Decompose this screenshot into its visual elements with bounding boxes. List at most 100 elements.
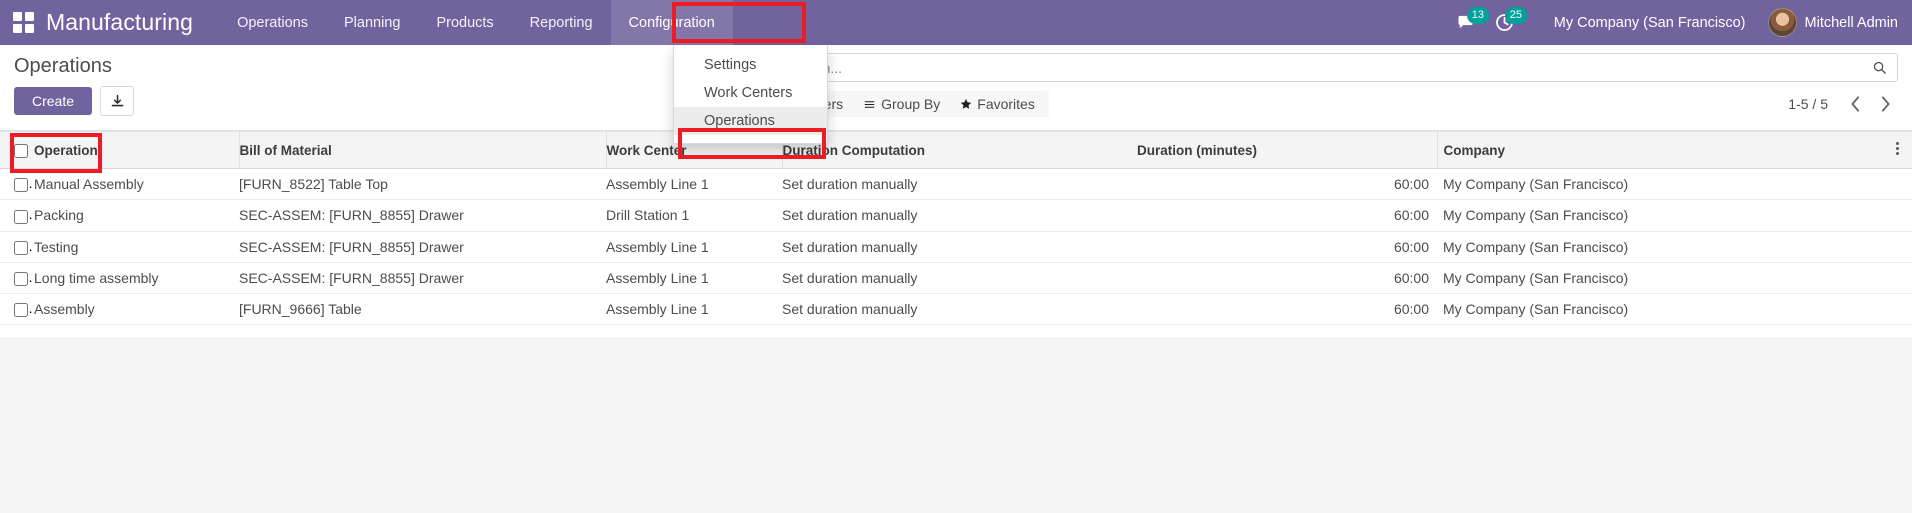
main-menu-bar: Operations Planning Products Reporting C… bbox=[219, 0, 733, 45]
row-select-cell bbox=[0, 169, 34, 200]
header-duration-minutes[interactable]: Duration (minutes) bbox=[1137, 132, 1437, 169]
row-select-cell bbox=[0, 200, 34, 231]
cell-work-center[interactable]: Drill Station 1 bbox=[606, 200, 782, 231]
cell-bill-of-material[interactable]: [FURN_8522] Table Top bbox=[239, 169, 606, 200]
action-buttons: Create bbox=[14, 86, 760, 116]
header-duration-computation[interactable]: Duration Computation bbox=[782, 132, 1137, 169]
cell-operation[interactable]: Assembly bbox=[34, 294, 239, 325]
cell-duration-computation[interactable]: Set duration manually bbox=[782, 262, 1137, 293]
pager-next-button[interactable] bbox=[1872, 92, 1898, 116]
menu-operations[interactable]: Operations bbox=[219, 0, 326, 45]
header-company[interactable]: Company bbox=[1437, 132, 1896, 169]
row-checkbox[interactable] bbox=[14, 210, 28, 224]
cell-duration[interactable]: 60:00 bbox=[1137, 169, 1437, 200]
navbar-systray: 13 25 My Company (San Francisco) Mitchel… bbox=[1447, 0, 1912, 45]
create-button[interactable]: Create bbox=[14, 87, 92, 115]
pager: 1-5 / 5 bbox=[1788, 92, 1898, 116]
header-column-options[interactable] bbox=[1896, 132, 1912, 169]
cell-operation[interactable]: Long time assembly bbox=[34, 262, 239, 293]
apps-menu-button[interactable] bbox=[0, 0, 46, 45]
cell-company[interactable]: My Company (San Francisco) bbox=[1437, 231, 1896, 262]
cell-duration[interactable]: 60:00 bbox=[1137, 231, 1437, 262]
cell-work-center[interactable]: Assembly Line 1 bbox=[606, 169, 782, 200]
user-menu[interactable]: Mitchell Admin bbox=[1762, 8, 1898, 37]
import-download-icon bbox=[110, 94, 125, 109]
dropdown-item-operations[interactable]: Operations bbox=[674, 107, 827, 135]
records-list-view: Operation Bill of Material Work Center D… bbox=[0, 131, 1912, 339]
cell-duration-computation[interactable]: Set duration manually bbox=[782, 231, 1137, 262]
cell-duration[interactable]: 60:00 bbox=[1137, 200, 1437, 231]
cell-duration[interactable]: 60:00 bbox=[1137, 262, 1437, 293]
menu-products[interactable]: Products bbox=[418, 0, 511, 45]
group-by-dropdown-button[interactable]: Group By bbox=[853, 94, 950, 114]
search-bar[interactable] bbox=[775, 53, 1898, 82]
messages-button[interactable]: 13 bbox=[1447, 0, 1485, 45]
table-row[interactable]: Assembly[FURN_9666] TableAssembly Line 1… bbox=[0, 294, 1912, 325]
header-bill-of-material[interactable]: Bill of Material bbox=[239, 132, 606, 169]
menu-configuration[interactable]: Configuration bbox=[611, 0, 733, 45]
cell-duration-computation[interactable]: Set duration manually bbox=[782, 200, 1137, 231]
cell-operation[interactable]: Packing bbox=[34, 200, 239, 231]
table-row[interactable]: Long time assemblySEC-ASSEM: [FURN_8855]… bbox=[0, 262, 1912, 293]
table-row[interactable]: TestingSEC-ASSEM: [FURN_8855] DrawerAsse… bbox=[0, 231, 1912, 262]
avatar bbox=[1768, 8, 1797, 37]
cell-bill-of-material[interactable]: SEC-ASSEM: [FURN_8855] Drawer bbox=[239, 200, 606, 231]
operations-table: Operation Bill of Material Work Center D… bbox=[0, 131, 1912, 325]
cell-company[interactable]: My Company (San Francisco) bbox=[1437, 262, 1896, 293]
cell-options bbox=[1896, 231, 1912, 262]
cell-company[interactable]: My Company (San Francisco) bbox=[1437, 169, 1896, 200]
select-all-header bbox=[0, 132, 34, 169]
dropdown-item-work-centers[interactable]: Work Centers bbox=[674, 79, 827, 107]
configuration-dropdown-menu: Settings Work Centers Operations bbox=[673, 45, 828, 144]
activities-button[interactable]: 25 bbox=[1485, 0, 1524, 45]
search-icon[interactable] bbox=[1872, 60, 1887, 75]
cell-work-center[interactable]: Assembly Line 1 bbox=[606, 262, 782, 293]
cell-work-center[interactable]: Assembly Line 1 bbox=[606, 231, 782, 262]
apps-grid-icon bbox=[13, 12, 34, 33]
row-checkbox[interactable] bbox=[14, 303, 28, 317]
control-panel: Operations Create bbox=[0, 45, 1912, 131]
control-panel-left: Operations Create bbox=[0, 45, 760, 116]
cell-bill-of-material[interactable]: [FURN_9666] Table bbox=[239, 294, 606, 325]
row-checkbox[interactable] bbox=[14, 272, 28, 286]
row-select-cell bbox=[0, 231, 34, 262]
search-input[interactable] bbox=[786, 60, 1872, 76]
cell-company[interactable]: My Company (San Francisco) bbox=[1437, 294, 1896, 325]
column-options-icon[interactable] bbox=[1896, 140, 1899, 157]
chevron-right-icon bbox=[1880, 96, 1891, 112]
cell-bill-of-material[interactable]: SEC-ASSEM: [FURN_8855] Drawer bbox=[239, 262, 606, 293]
pager-range[interactable]: 1-5 / 5 bbox=[1788, 96, 1838, 112]
user-name-label: Mitchell Admin bbox=[1805, 15, 1898, 31]
star-icon bbox=[960, 98, 972, 110]
activities-badge: 25 bbox=[1505, 7, 1527, 24]
row-checkbox[interactable] bbox=[14, 178, 28, 192]
list-lines-icon bbox=[863, 99, 876, 110]
dropdown-item-settings[interactable]: Settings bbox=[674, 51, 827, 79]
menu-planning[interactable]: Planning bbox=[326, 0, 418, 45]
app-brand-title[interactable]: Manufacturing bbox=[46, 0, 219, 45]
import-records-button[interactable] bbox=[100, 86, 134, 116]
table-header-row: Operation Bill of Material Work Center D… bbox=[0, 132, 1912, 169]
cell-bill-of-material[interactable]: SEC-ASSEM: [FURN_8855] Drawer bbox=[239, 231, 606, 262]
pager-previous-button[interactable] bbox=[1842, 92, 1868, 116]
cell-company[interactable]: My Company (San Francisco) bbox=[1437, 200, 1896, 231]
table-row[interactable]: PackingSEC-ASSEM: [FURN_8855] DrawerDril… bbox=[0, 200, 1912, 231]
table-row[interactable]: Manual Assembly[FURN_8522] Table TopAsse… bbox=[0, 169, 1912, 200]
cell-operation[interactable]: Manual Assembly bbox=[34, 169, 239, 200]
row-select-cell bbox=[0, 262, 34, 293]
top-navbar: Manufacturing Operations Planning Produc… bbox=[0, 0, 1912, 45]
cell-duration[interactable]: 60:00 bbox=[1137, 294, 1437, 325]
cell-options bbox=[1896, 169, 1912, 200]
cell-options bbox=[1896, 200, 1912, 231]
cell-operation[interactable]: Testing bbox=[34, 231, 239, 262]
row-checkbox[interactable] bbox=[14, 241, 28, 255]
cell-duration-computation[interactable]: Set duration manually bbox=[782, 294, 1137, 325]
select-all-checkbox[interactable] bbox=[14, 144, 28, 158]
company-switcher[interactable]: My Company (San Francisco) bbox=[1524, 15, 1762, 31]
header-operation[interactable]: Operation bbox=[34, 132, 239, 169]
menu-reporting[interactable]: Reporting bbox=[512, 0, 611, 45]
cell-work-center[interactable]: Assembly Line 1 bbox=[606, 294, 782, 325]
favorites-dropdown-button[interactable]: Favorites bbox=[950, 94, 1045, 114]
cell-duration-computation[interactable]: Set duration manually bbox=[782, 169, 1137, 200]
search-options-row: Filters Group By Favorites 1-5 / 5 bbox=[775, 91, 1898, 117]
